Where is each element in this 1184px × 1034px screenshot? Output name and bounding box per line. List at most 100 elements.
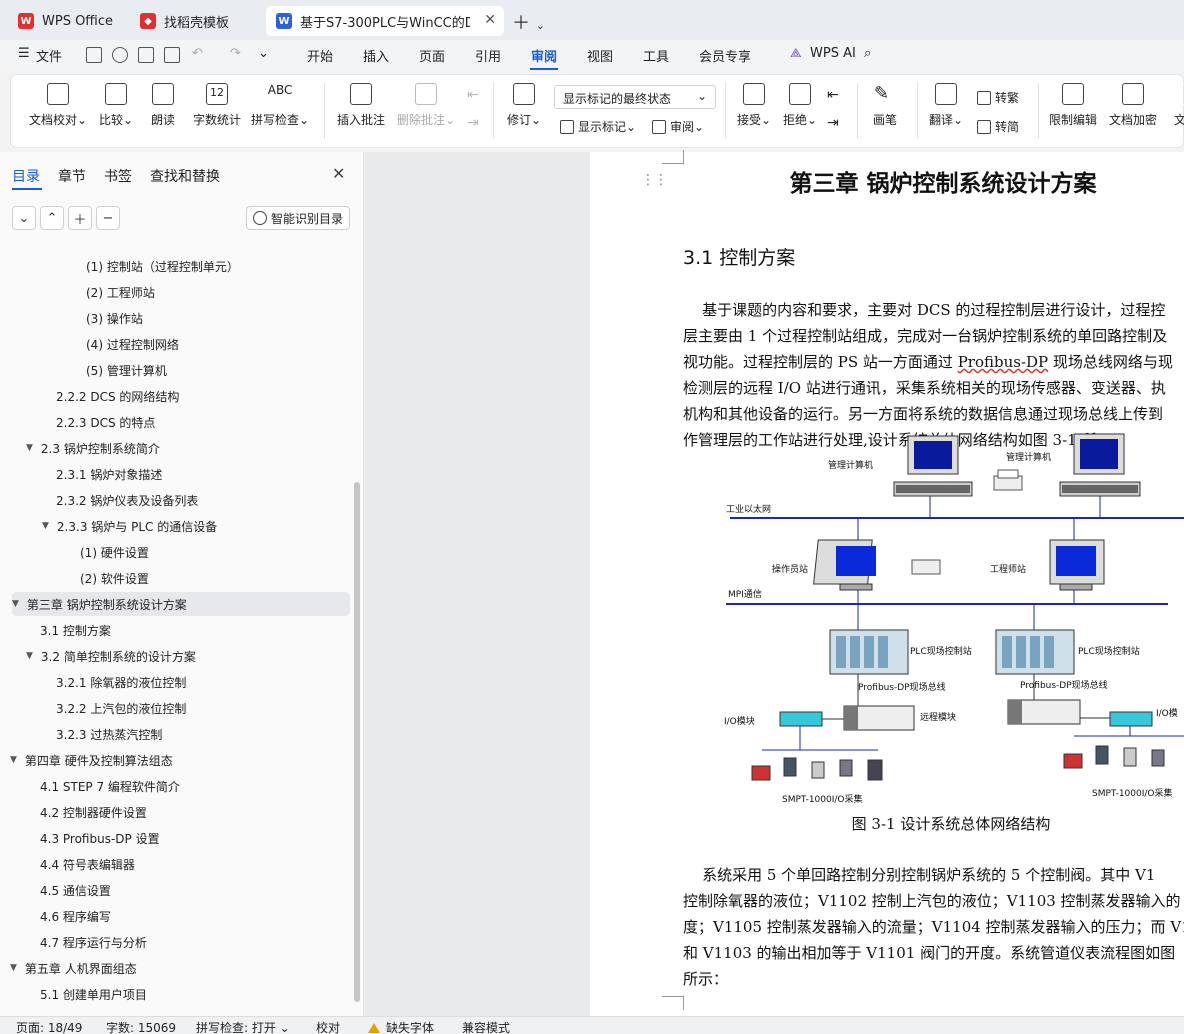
toc-item[interactable]: 4.6 程序编写 (40, 904, 111, 928)
toc-item[interactable]: 4.1 STEP 7 编程软件简介 (40, 774, 180, 798)
accept-button[interactable]: 接受⌄ (737, 83, 771, 128)
expand-caret-icon[interactable]: ▼ (26, 651, 33, 661)
ink-button[interactable]: ✎ 画笔 (873, 83, 897, 128)
toc-item[interactable]: (2) 工程师站 (86, 280, 155, 304)
save-icon[interactable] (86, 47, 102, 63)
print-icon[interactable] (138, 47, 154, 63)
redo-icon[interactable]: ↷ (230, 46, 241, 61)
toc-item[interactable]: ▼ 第四章 硬件及控制算法组态 (10, 748, 173, 772)
collapse-up-button[interactable]: ⌃ (40, 206, 64, 230)
toc-item[interactable]: (1) 硬件设置 (80, 540, 149, 564)
menu-view[interactable]: 视图 (587, 46, 613, 65)
expand-caret-icon[interactable]: ▼ (42, 521, 49, 531)
toc-item[interactable]: ▼ 3.2 简单控制系统的设计方案 (26, 644, 196, 668)
menu-tools[interactable]: 工具 (643, 46, 669, 65)
menu-start[interactable]: 开始 (307, 46, 333, 65)
print-preview-icon[interactable] (164, 47, 180, 63)
toc-item[interactable]: (3) 操作站 (86, 306, 143, 330)
review-pane-button[interactable]: 审阅 ⌄ (652, 118, 704, 135)
tab-document[interactable]: W 基于S7-300PLC与WinCC的DC ✕ (266, 6, 504, 36)
show-markup-button[interactable]: 显示标记 ⌄ (560, 118, 636, 135)
menu-reference[interactable]: 引用 (475, 46, 501, 65)
markup-state-select[interactable]: 显示标记的最终状态 ⌄ (554, 85, 716, 109)
insert-comment-button[interactable]: 插入批注 (337, 83, 385, 128)
page-indicator[interactable]: 页面: 18/49 (16, 1019, 82, 1034)
quick-access-more-icon[interactable]: ⌄ (258, 46, 269, 61)
menu-page[interactable]: 页面 (419, 46, 445, 65)
toc-item[interactable]: (5) 管理计算机 (86, 358, 167, 382)
nav-scrollbar[interactable] (354, 482, 360, 1002)
toc-item[interactable]: ▼ 第五章 人机界面组态 (10, 956, 137, 980)
reject-button[interactable]: 拒绝⌄ (783, 83, 817, 128)
remove-heading-button[interactable]: − (96, 206, 120, 230)
restrict-edit-button[interactable]: 限制编辑 (1049, 83, 1097, 128)
expand-caret-icon[interactable]: ▼ (12, 599, 19, 609)
tab-wps-office[interactable]: W WPS Office (8, 6, 124, 36)
revise-button[interactable]: 修订⌄ (507, 83, 541, 128)
nav-tab-bookmark[interactable]: 书签 (104, 166, 132, 186)
menu-file[interactable]: 文件 (36, 46, 62, 65)
toc-item[interactable]: 4.7 程序运行与分析 (40, 930, 147, 954)
add-heading-button[interactable]: ＋ (68, 206, 92, 230)
word-count-indicator[interactable]: 字数: 15069 (106, 1019, 176, 1034)
expand-caret-icon[interactable]: ▼ (10, 755, 17, 765)
toc-item[interactable]: 3.2.2 上汽包的液位控制 (56, 696, 186, 720)
toc-item[interactable]: 3.2.3 过热蒸汽控制 (56, 722, 162, 746)
expand-down-button[interactable]: ⌄ (12, 206, 36, 230)
toc-item[interactable]: (1) 控制站（过程控制单元） (86, 254, 239, 278)
expand-caret-icon[interactable]: ▼ (10, 963, 17, 973)
search-icon[interactable]: ⌕ (864, 46, 871, 61)
menu-review[interactable]: 审阅 (531, 46, 557, 65)
to-traditional-button[interactable]: 转繁 (977, 89, 1019, 106)
toc-item[interactable]: 2.2.3 DCS 的特点 (56, 410, 155, 434)
spell-check-toggle[interactable]: 拼写检查: 打开 ⌄ (196, 1019, 290, 1034)
toc-item[interactable]: 4.4 符号表编辑器 (40, 852, 135, 876)
toc-item[interactable]: 2.3.2 锅炉仪表及设备列表 (56, 488, 198, 512)
toc-item[interactable]: ▼ 第三章 锅炉控制系统设计方案 (12, 592, 350, 616)
smart-toc-button[interactable]: 智能识别目录 (246, 206, 350, 230)
toc-item[interactable]: 3.2.1 除氧器的液位控制 (56, 670, 186, 694)
format-painter-icon[interactable] (112, 47, 128, 63)
translate-button[interactable]: 翻译⌄ (929, 83, 963, 128)
read-aloud-button[interactable]: 朗读 (151, 83, 175, 128)
doc-more-button[interactable]: 文 (1169, 83, 1184, 128)
menu-member[interactable]: 会员专享 (699, 46, 751, 65)
spelling-error-word[interactable]: Profibus-DP (958, 353, 1048, 371)
new-tab-button[interactable]: ＋ ⌄ (512, 9, 545, 35)
nav-tab-toc[interactable]: 目录 (12, 166, 40, 186)
missing-font-button[interactable]: 缺失字体 (368, 1019, 434, 1034)
proof-button[interactable]: 校对 (316, 1019, 340, 1034)
toc-item[interactable]: 2.3.1 锅炉对象描述 (56, 462, 162, 486)
to-simplified-button[interactable]: 转简 (977, 118, 1019, 135)
word-count-button[interactable]: 12 字数统计 (193, 83, 241, 128)
toc-item[interactable]: 2.2.2 DCS 的网络结构 (56, 384, 179, 408)
menu-wps-ai[interactable]: WPS AI (810, 46, 856, 61)
tab-template[interactable]: ◆ 找稻壳模板 (130, 6, 260, 36)
toc-item[interactable]: 5.1 创建单用户项目 (40, 982, 147, 1006)
nav-tab-find-replace[interactable]: 查找和替换 (150, 166, 220, 186)
prev-comment-icon[interactable]: ⇤ (467, 87, 479, 103)
toc-item[interactable]: (4) 过程控制网络 (86, 332, 179, 356)
hamburger-icon[interactable]: ☰ (18, 46, 30, 61)
toc-item[interactable]: 4.3 Profibus-DP 设置 (40, 826, 160, 850)
expand-caret-icon[interactable]: ▼ (26, 443, 33, 453)
menu-insert[interactable]: 插入 (363, 46, 389, 65)
spell-check-button[interactable]: ABC 拼写检查⌄ (251, 83, 309, 128)
toc-item[interactable]: (2) 软件设置 (80, 566, 149, 590)
next-comment-icon[interactable]: ⇥ (467, 115, 479, 131)
doc-check-button[interactable]: 文档校对⌄ (29, 83, 87, 128)
compare-button[interactable]: 比较⌄ (99, 83, 133, 128)
delete-comment-button[interactable]: 删除批注⌄ (397, 83, 455, 128)
encrypt-button[interactable]: 文档加密 (1109, 83, 1157, 128)
undo-icon[interactable]: ↶ (192, 46, 203, 61)
toc-item[interactable]: 4.2 控制器硬件设置 (40, 800, 147, 824)
next-change-icon[interactable]: ⇥ (827, 115, 839, 131)
nav-tab-chapter[interactable]: 章节 (58, 166, 86, 186)
toc-item[interactable]: ▼ 2.3.3 锅炉与 PLC 的通信设备 (42, 514, 217, 538)
close-icon[interactable]: ✕ (332, 164, 345, 183)
prev-change-icon[interactable]: ⇤ (827, 87, 839, 103)
toc-item[interactable]: 3.1 控制方案 (40, 618, 111, 642)
toc-item[interactable]: ▼ 2.3 锅炉控制系统简介 (26, 436, 160, 460)
close-tab-icon[interactable]: ✕ (484, 12, 496, 28)
toc-item[interactable]: 4.5 通信设置 (40, 878, 111, 902)
